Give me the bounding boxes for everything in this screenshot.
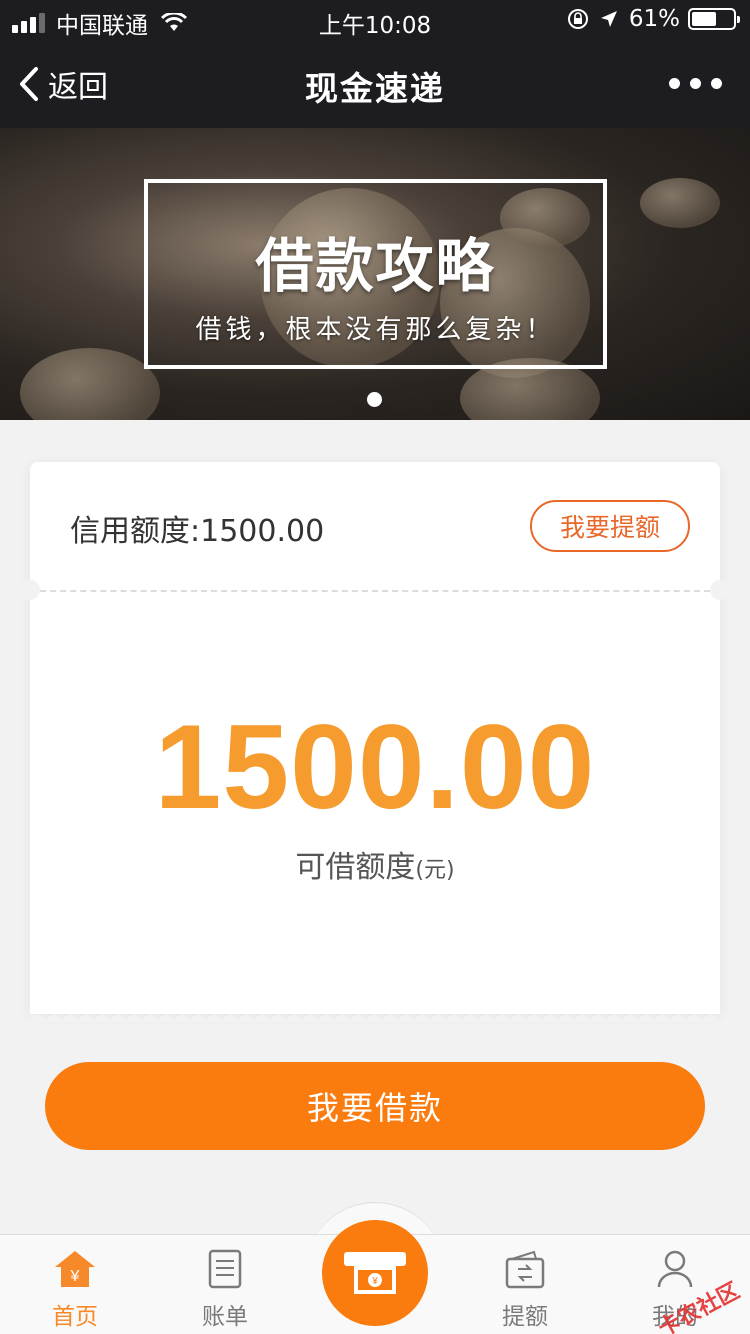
rotation-lock-icon bbox=[567, 9, 588, 29]
nav-bar: 返回 现金速递 bbox=[0, 40, 750, 128]
scallop-edge bbox=[30, 1006, 720, 1022]
credit-card: 信用额度:1500.00 我要提额 1500.00 可借额度(元) bbox=[20, 462, 730, 1022]
tab-home-label: 首页 bbox=[52, 1304, 98, 1330]
dashed-divider bbox=[30, 590, 720, 592]
raise-limit-button[interactable]: 我要提额 bbox=[530, 500, 690, 552]
banner-subtitle: 借钱，根本没有那么复杂！ bbox=[195, 315, 556, 345]
carousel-indicator[interactable] bbox=[367, 392, 382, 407]
tab-raise[interactable]: 提额 bbox=[465, 1247, 585, 1331]
more-icon bbox=[669, 78, 680, 89]
tab-cash-button[interactable]: ¥ bbox=[322, 1220, 428, 1326]
top-bar: 中国联通 上午10:08 61% 返回 现金速递 bbox=[0, 0, 750, 128]
user-icon bbox=[657, 1250, 693, 1288]
wallet-icon bbox=[505, 1250, 545, 1289]
svg-text:¥: ¥ bbox=[70, 1268, 80, 1285]
banner-carousel[interactable]: 借款攻略 借钱，根本没有那么复杂！ bbox=[0, 128, 750, 420]
bill-icon bbox=[208, 1249, 242, 1289]
tab-bill-label: 账单 bbox=[202, 1304, 248, 1330]
home-yen-icon: ¥ bbox=[55, 1251, 95, 1287]
page: 中国联通 上午10:08 61% 返回 现金速递 借款攻略 借钱，根本没有那么复… bbox=[0, 0, 750, 1334]
tab-bill[interactable]: 账单 bbox=[165, 1247, 285, 1331]
page-title: 现金速递 bbox=[305, 69, 445, 108]
banner-headline: 借款攻略 bbox=[255, 232, 496, 300]
tab-home[interactable]: ¥ 首页 bbox=[15, 1247, 135, 1331]
battery-icon bbox=[688, 8, 740, 30]
available-amount: 1500.00 bbox=[154, 700, 596, 834]
battery-percent: 61% bbox=[628, 6, 680, 32]
borrow-button[interactable]: 我要借款 bbox=[45, 1062, 705, 1150]
tab-raise-label: 提额 bbox=[502, 1304, 548, 1330]
banner-frame: 借款攻略 借钱，根本没有那么复杂！ bbox=[144, 179, 607, 369]
available-label: 可借额度(元) bbox=[295, 850, 455, 885]
status-bar: 中国联通 上午10:08 61% bbox=[0, 0, 750, 40]
credit-limit: 信用额度:1500.00 bbox=[70, 514, 325, 549]
svg-text:¥: ¥ bbox=[371, 1276, 378, 1287]
cash-atm-icon: ¥ bbox=[344, 1252, 406, 1294]
more-menu-button[interactable] bbox=[659, 78, 722, 89]
location-icon bbox=[600, 11, 617, 27]
